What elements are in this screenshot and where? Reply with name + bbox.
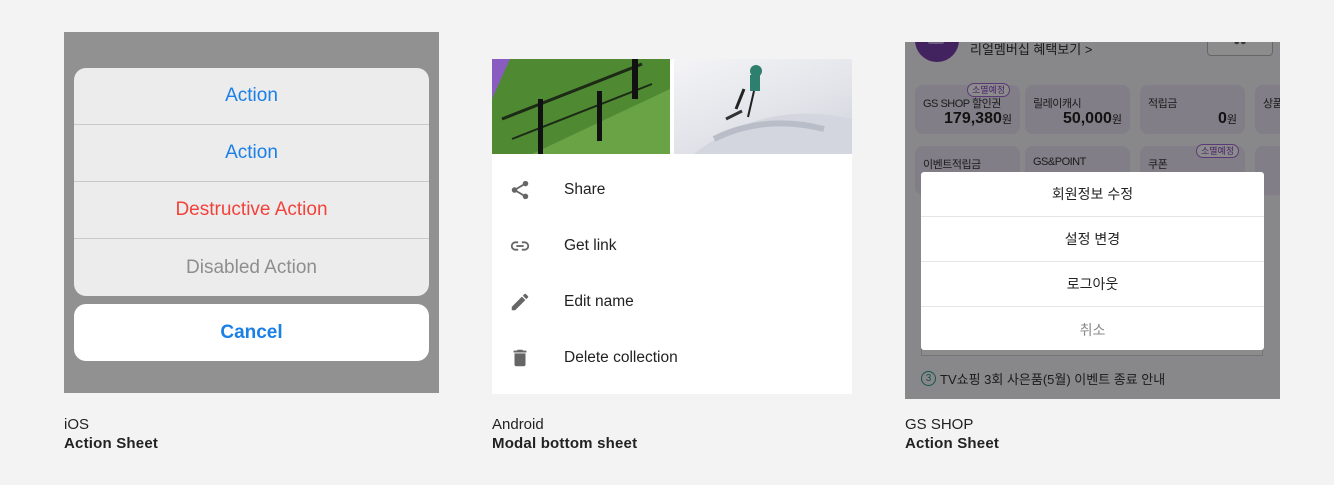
bottom-sheet-item-share[interactable]: Share [492,162,852,218]
caption-platform: GS SHOP [905,416,974,433]
ios-cancel-button[interactable]: Cancel [74,304,429,361]
photo-thumbnail [674,59,852,154]
link-icon [492,235,564,257]
caption-platform: Android [492,416,544,433]
cancel-button[interactable]: 취소 [921,307,1264,350]
trash-icon [492,347,564,369]
ios-disabled-action-button: Disabled Action [186,256,317,278]
bottom-sheet-item-delete-collection[interactable]: Delete collection [492,330,852,386]
bottom-sheet-item-label: Edit name [564,293,634,310]
android-caption: Android Modal bottom sheet [492,415,637,453]
gsshop-action-sheet: 회원정보 수정 설정 변경 로그아웃 취소 [921,172,1264,350]
caption-platform: iOS [64,416,90,433]
bottom-sheet-item-label: Delete collection [564,349,678,366]
share-icon [492,179,564,201]
caption-component-name: Action Sheet [905,435,1000,452]
bottom-sheet-item-label: Get link [564,237,617,254]
change-settings-button[interactable]: 설정 변경 [921,217,1264,262]
pencil-icon [492,291,564,313]
bottom-sheet-item-edit-name[interactable]: Edit name [492,274,852,330]
ios-action-button[interactable]: Action [74,68,429,125]
gsshop-action-sheet-preview: 리얼멤버십 혜택보기 > ●● 소멸예정 GS SHOP 할인권 179,380… [905,42,1280,399]
bottom-sheet-item-get-link[interactable]: Get link [492,218,852,274]
ios-destructive-action-button[interactable]: Destructive Action [74,182,429,239]
ios-action-button[interactable]: Action [74,125,429,182]
android-bottom-sheet-preview: Share Get link Edit name Delete collecti… [492,59,852,394]
edit-member-info-button[interactable]: 회원정보 수정 [921,172,1264,217]
caption-component-name: Action Sheet [64,435,159,452]
bottom-sheet-list: Share Get link Edit name Delete collecti… [492,162,852,386]
caption-component-name: Modal bottom sheet [492,435,638,452]
logout-button[interactable]: 로그아웃 [921,262,1264,307]
ios-action-sheet-preview: Action Action Destructive Action Disable… [64,32,439,393]
bottom-sheet-item-label: Share [564,181,606,198]
gsshop-caption: GS SHOP Action Sheet [905,415,999,453]
ios-action-group: Action Action Destructive Action Disable… [74,68,429,296]
photo-strip [492,59,852,154]
ios-caption: iOS Action Sheet [64,415,158,453]
photo-thumbnail [492,59,670,154]
